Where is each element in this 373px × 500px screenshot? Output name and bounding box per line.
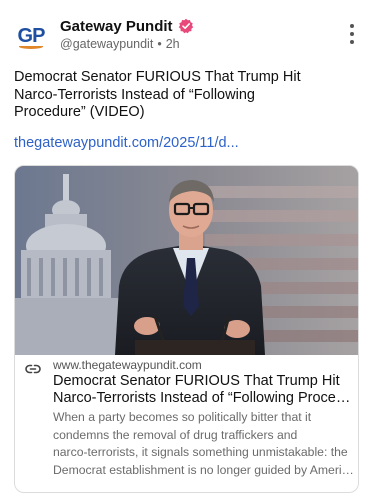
- card-title[interactable]: Democrat Senator FURIOUS That Trump Hit …: [53, 373, 353, 407]
- card-description-line: condemns the removal of drug traffickers…: [53, 427, 298, 442]
- meta-separator: •: [157, 37, 162, 51]
- link-icon: [25, 364, 41, 374]
- post-text: Democrat Senator FURIOUS That Trump Hit …: [14, 69, 354, 122]
- avatar[interactable]: GP: [12, 18, 50, 56]
- post-text-line: Democrat Senator FURIOUS That Trump Hit: [14, 69, 301, 85]
- card-description-line: When a party becomes so politically bitt…: [53, 410, 312, 424]
- post-header: GP Gateway Pundit @gatewaypundit • 2h: [0, 0, 373, 62]
- more-vertical-icon[interactable]: [349, 24, 355, 44]
- account-handle[interactable]: @gatewaypundit: [60, 37, 153, 51]
- card-image[interactable]: [15, 166, 358, 355]
- more-dot: [350, 32, 354, 36]
- verified-badge-icon: [178, 18, 193, 34]
- more-dot: [350, 40, 354, 44]
- card-title-line: Narco-Terrorists Instead of “Following P…: [53, 390, 353, 406]
- post-timestamp[interactable]: 2h: [166, 37, 180, 51]
- post-text-line: Procedure” (VIDEO): [14, 104, 145, 120]
- more-dot: [350, 24, 354, 28]
- card-body[interactable]: www.thegatewaypundit.com Democrat Senato…: [15, 355, 358, 492]
- account-name[interactable]: Gateway Pundit: [60, 18, 173, 35]
- post-text-line: Narco-Terrorists Instead of “Following: [14, 86, 255, 103]
- card-title-line: Democrat Senator FURIOUS That Trump Hit: [53, 373, 340, 389]
- senator-speaking-at-podium-photo: [15, 166, 358, 355]
- card-domain: www.thegatewaypundit.com: [53, 358, 202, 372]
- card-description-line: Democrat establishment is no longer guid…: [53, 462, 356, 477]
- account-name-row: Gateway Pundit: [60, 16, 194, 36]
- post-link[interactable]: thegatewaypundit.com/2025/11/d...: [14, 135, 239, 151]
- account-meta: @gatewaypundit • 2h: [60, 37, 180, 51]
- avatar-logo-text: GP: [17, 24, 46, 47]
- card-description-line: narco-terrorists, it signals something u…: [53, 445, 348, 459]
- card-description: When a party becomes so politically bitt…: [53, 409, 356, 479]
- link-preview-card[interactable]: www.thegatewaypundit.com Democrat Senato…: [14, 165, 359, 493]
- avatar-swoosh: [19, 44, 43, 49]
